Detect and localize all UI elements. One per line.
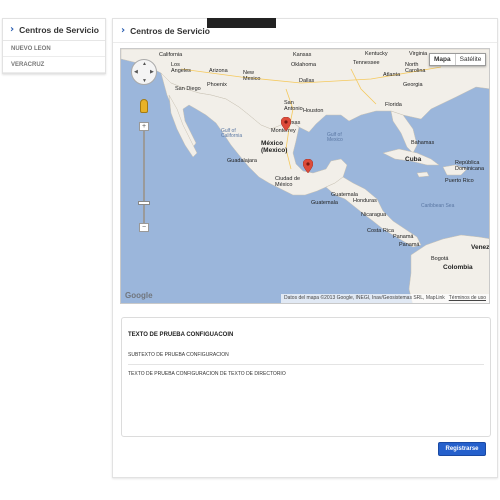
map-label-colombia: Colombia (443, 264, 473, 271)
map-marker-nuevo-leon[interactable] (281, 117, 291, 131)
map-label-florida: Florida (385, 102, 402, 108)
page-title: Centros de Servicio (130, 25, 210, 36)
terms-of-use-link[interactable]: Términos de uso (449, 295, 486, 302)
map-label-costa-rica: Costa Rica (367, 228, 394, 234)
map-label-puerto-rico: Puerto Rico (445, 178, 474, 184)
arrow-left-icon: ◀ (134, 69, 138, 75)
map-label-georgia: Georgia (403, 82, 423, 88)
map-view[interactable]: California Kansas Kentucky Virginia Los … (120, 48, 490, 304)
map-type-control: Mapa Satélite (429, 53, 487, 66)
map-label-nicaragua: Nicaragua (361, 212, 387, 218)
register-button[interactable]: Registrarse (438, 442, 486, 456)
chevron-right-icon: › (10, 24, 15, 35)
zoom-slider-handle[interactable] (138, 201, 150, 205)
map-label-virginia: Virginia (409, 51, 428, 57)
map-label-kentucky: Kentucky (365, 51, 388, 57)
map-label-gulf-of-california: Gulf of California (221, 128, 243, 140)
map-type-satellite-button[interactable]: Satélite (456, 54, 486, 65)
sidebar-header: › Centros de Servicio (3, 19, 105, 41)
map-label-oklahoma: Oklahoma (291, 62, 317, 68)
map-label-arizona: Arizona (209, 68, 228, 74)
sidebar-title: Centros de Servicio (19, 24, 99, 35)
map-label-cuba: Cuba (405, 156, 422, 163)
arrow-down-icon: ▼ (142, 78, 147, 84)
map-label-bahamas: Bahamas (411, 140, 435, 146)
map-label-bogota: Bogotá (431, 256, 449, 262)
map-footer-text: Datos del mapa ©2013 Google, INEGI, Inav… (284, 295, 445, 301)
map-label-houston: Houston (303, 108, 324, 114)
map-label-panama-city: Panamá (399, 242, 420, 248)
map-label-atlanta: Atlanta (383, 72, 401, 78)
map-label-honduras: Honduras (353, 198, 377, 204)
map-type-map-button[interactable]: Mapa (430, 54, 456, 65)
info-box: TEXTO DE PRUEBA CONFIGUACOIN SUBTEXTO DE… (121, 317, 491, 437)
sidebar: › Centros de Servicio NUEVO LEON VERACRU… (2, 18, 106, 74)
map-label-los-angeles: Los Angeles (171, 62, 191, 74)
map-label-tennessee: Tennessee (353, 60, 380, 66)
map-label-phoenix: Phoenix (207, 82, 227, 88)
info-body: TEXTO DE PRUEBA CONFIGURACION DE TEXTO D… (128, 371, 286, 377)
map-marker-veracruz[interactable] (303, 159, 313, 173)
map-attribution: Datos del mapa ©2013 Google, INEGI, Inav… (281, 294, 489, 303)
map-label-kansas: Kansas (293, 52, 312, 58)
main-header: › Centros de Servicio (113, 19, 497, 43)
header-black-bar (207, 18, 276, 28)
map-label-panama-country: Panamá (393, 234, 414, 240)
map-label-republica-dominicana: República Dominicana (455, 160, 485, 172)
map-label-north-carolina: North Carolina (405, 62, 426, 74)
map-label-dallas: Dallas (299, 78, 315, 84)
map-label-san-antonio: San Antonio (284, 100, 303, 112)
map-label-guadalajara: Guadalajara (227, 158, 257, 164)
divider (128, 364, 484, 365)
map-label-new-mexico: New Mexico (243, 70, 261, 82)
map-label-gulf-of-mexico: Gulf of Mexico (327, 132, 343, 144)
street-view-pegman-icon[interactable] (140, 99, 148, 113)
map-label-california: California (159, 52, 183, 58)
google-logo: Google (125, 291, 153, 300)
chevron-right-icon: › (121, 25, 126, 36)
map-label-guatemala-city: Guatemala (311, 200, 338, 206)
map-label-san-diego: San Diego (175, 86, 201, 92)
sidebar-item-nuevo-leon[interactable]: NUEVO LEON (3, 41, 105, 57)
map-label-venezuela: Venez (471, 244, 490, 251)
info-subtitle: SUBTEXTO DE PRUEBA CONFIGURACION (128, 352, 229, 358)
arrow-up-icon: ▲ (142, 61, 147, 67)
arrow-right-icon: ▶ (150, 69, 154, 75)
sidebar-item-veracruz[interactable]: VERACRUZ (3, 57, 105, 73)
map-label-ciudad-de-mexico: Ciudad de México (275, 176, 301, 188)
zoom-in-button[interactable]: + (139, 122, 149, 131)
zoom-slider-track[interactable] (143, 127, 145, 227)
map-label-mexico: México (Mexico) (261, 140, 288, 154)
info-title: TEXTO DE PRUEBA CONFIGUACOIN (128, 332, 234, 338)
map-pan-control[interactable]: ▲ ▼ ◀ ▶ (131, 59, 157, 85)
map-label-caribbean-sea: Caribbean Sea (421, 203, 455, 209)
zoom-out-button[interactable]: − (139, 223, 149, 232)
